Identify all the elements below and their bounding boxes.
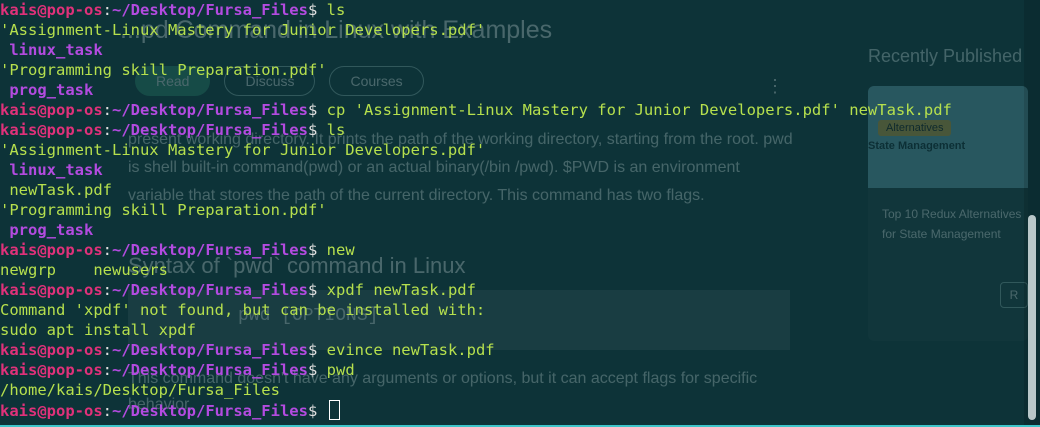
command-text: ls	[326, 1, 346, 19]
prompt-path: ~/Desktop/Fursa_Files	[112, 241, 308, 259]
prompt-colon: :	[102, 101, 112, 119]
output-text: newgrp newusers	[0, 261, 168, 279]
prompt-line: kais@pop-os:~/Desktop/Fursa_Files$ pwd	[0, 360, 355, 380]
prompt-path: ~/Desktop/Fursa_Files	[112, 361, 308, 379]
directory-name: linux_task	[0, 161, 103, 179]
prompt-user: kais@pop-os	[0, 361, 103, 379]
command-text: pwd	[326, 361, 355, 379]
prompt-user: kais@pop-os	[0, 402, 103, 420]
output-text: Command 'xpdf' not found, but can be ins…	[0, 301, 486, 319]
prompt-line: kais@pop-os:~/Desktop/Fursa_Files$ xpdf …	[0, 280, 476, 300]
command-text: ls	[326, 121, 346, 139]
prompt-path: ~/Desktop/Fursa_Files	[112, 101, 308, 119]
output-line: 'Programming skill Preparation.pdf'	[0, 200, 327, 220]
output-line: Command 'xpdf' not found, but can be ins…	[0, 300, 485, 320]
prompt-user: kais@pop-os	[0, 241, 103, 259]
prompt-user: kais@pop-os	[0, 101, 103, 119]
output-text: 'Assignment-Linux Mastery for Junior Dev…	[0, 21, 486, 39]
output-text: sudo apt install xpdf	[0, 321, 196, 339]
directory-entry: prog_task	[0, 80, 93, 100]
command-text: cp 'Assignment-Linux Mastery for Junior …	[326, 101, 952, 119]
output-line: newTask.pdf	[0, 180, 112, 200]
prompt-symbol: $	[307, 101, 318, 119]
prompt-symbol: $	[307, 241, 318, 259]
prompt-path: ~/Desktop/Fursa_Files	[112, 402, 308, 420]
directory-name: prog_task	[0, 221, 94, 239]
prompt-user: kais@pop-os	[0, 341, 103, 359]
terminal-scrollbar[interactable]	[1024, 0, 1040, 427]
prompt-line: kais@pop-os:~/Desktop/Fursa_Files$	[0, 400, 340, 420]
prompt-symbol: $	[307, 361, 318, 379]
prompt-path: ~/Desktop/Fursa_Files	[112, 281, 308, 299]
output-text: newTask.pdf	[0, 181, 112, 199]
prompt-path: ~/Desktop/Fursa_Files	[112, 341, 308, 359]
prompt-colon: :	[102, 402, 112, 420]
prompt-path: ~/Desktop/Fursa_Files	[112, 1, 308, 19]
prompt-colon: :	[102, 121, 112, 139]
prompt-symbol: $	[307, 402, 318, 420]
prompt-line: kais@pop-os:~/Desktop/Fursa_Files$ ls	[0, 0, 345, 20]
terminal-window[interactable]: ...pd Command in Linux with Examples Rea…	[0, 0, 1040, 427]
terminal-output[interactable]: kais@pop-os:~/Desktop/Fursa_Files$ ls 'As…	[0, 0, 1024, 427]
scrollbar-thumb[interactable]	[1028, 215, 1036, 420]
prompt-user: kais@pop-os	[0, 1, 103, 19]
command-text: evince newTask.pdf	[326, 341, 495, 359]
output-line: sudo apt install xpdf	[0, 320, 196, 340]
prompt-symbol: $	[307, 281, 318, 299]
prompt-symbol: $	[307, 1, 318, 19]
command-text: xpdf newTask.pdf	[326, 281, 476, 299]
prompt-symbol: $	[307, 121, 318, 139]
command-text: new	[326, 241, 355, 259]
output-text: /home/kais/Desktop/Fursa_Files	[0, 381, 280, 399]
terminal-cursor[interactable]	[328, 400, 340, 420]
directory-name: linux_task	[0, 41, 103, 59]
output-line: 'Assignment-Linux Mastery for Junior Dev…	[0, 140, 485, 160]
output-text: 'Assignment-Linux Mastery for Junior Dev…	[0, 141, 486, 159]
prompt-user: kais@pop-os	[0, 121, 103, 139]
prompt-colon: :	[102, 1, 112, 19]
directory-entry: linux_task	[0, 40, 103, 60]
prompt-symbol: $	[307, 341, 318, 359]
prompt-line: kais@pop-os:~/Desktop/Fursa_Files$ ls	[0, 120, 345, 140]
prompt-user: kais@pop-os	[0, 281, 103, 299]
prompt-line: kais@pop-os:~/Desktop/Fursa_Files$ cp 'A…	[0, 100, 952, 120]
prompt-path: ~/Desktop/Fursa_Files	[112, 121, 308, 139]
prompt-colon: :	[102, 341, 112, 359]
output-text: 'Programming skill Preparation.pdf'	[0, 201, 327, 219]
prompt-colon: :	[102, 281, 112, 299]
output-line: newgrp newusers	[0, 260, 168, 280]
prompt-colon: :	[102, 361, 112, 379]
prompt-colon: :	[102, 241, 112, 259]
prompt-line: kais@pop-os:~/Desktop/Fursa_Files$ evinc…	[0, 340, 495, 360]
output-line: /home/kais/Desktop/Fursa_Files	[0, 380, 280, 400]
prompt-line: kais@pop-os:~/Desktop/Fursa_Files$ new	[0, 240, 355, 260]
output-text: 'Programming skill Preparation.pdf'	[0, 61, 327, 79]
directory-entry: prog_task	[0, 220, 93, 240]
output-line: 'Assignment-Linux Mastery for Junior Dev…	[0, 20, 485, 40]
directory-name: prog_task	[0, 81, 94, 99]
output-line: 'Programming skill Preparation.pdf'	[0, 60, 327, 80]
directory-entry: linux_task	[0, 160, 103, 180]
